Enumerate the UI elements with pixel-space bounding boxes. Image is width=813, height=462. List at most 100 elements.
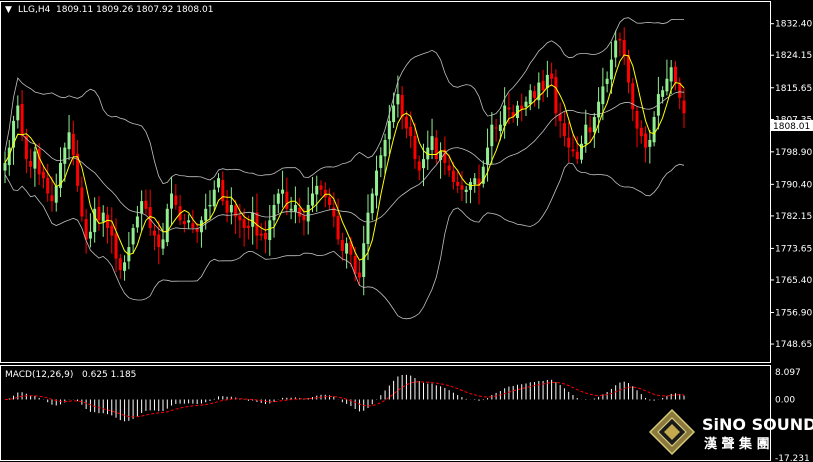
candle-body bbox=[63, 147, 67, 164]
candle-body bbox=[204, 208, 208, 221]
candle-body bbox=[460, 185, 464, 190]
candle-body bbox=[528, 90, 532, 105]
candle-body bbox=[652, 117, 656, 143]
candle-body bbox=[490, 124, 494, 147]
candle-body bbox=[191, 223, 195, 228]
candle-body bbox=[366, 212, 370, 244]
candle-body bbox=[554, 77, 558, 114]
candle-body bbox=[631, 83, 635, 110]
candle-body bbox=[174, 195, 178, 205]
candle-body bbox=[562, 123, 566, 137]
candle-body bbox=[413, 135, 417, 160]
price-tick-label: 1756.90 bbox=[775, 308, 812, 318]
candle-body bbox=[114, 233, 118, 259]
candle-body bbox=[281, 189, 285, 194]
macd-tick-label: -17.231 bbox=[775, 454, 810, 462]
symbol-label: LLG,H4 bbox=[18, 5, 51, 15]
candle-body bbox=[592, 117, 596, 133]
candle-body bbox=[152, 230, 156, 236]
candle-body bbox=[404, 116, 408, 129]
candle-body bbox=[306, 204, 310, 222]
candle-body bbox=[456, 181, 460, 186]
price-tick-label: 1832.40 bbox=[775, 20, 812, 30]
candle-body bbox=[601, 86, 605, 105]
candle-body bbox=[575, 151, 579, 160]
price-tick-label: 1798.90 bbox=[775, 148, 812, 158]
candle-body bbox=[639, 127, 643, 137]
candle-body bbox=[417, 161, 421, 171]
candle-body bbox=[357, 272, 361, 278]
current-price-label: 1808.01 bbox=[773, 122, 810, 132]
candle-body bbox=[187, 220, 191, 223]
candle-body bbox=[648, 139, 652, 147]
candle-body bbox=[473, 178, 477, 185]
candle-body bbox=[165, 208, 169, 243]
candle-body bbox=[498, 124, 502, 131]
candle-body bbox=[315, 185, 319, 195]
candle-body bbox=[507, 107, 511, 110]
candle-body bbox=[434, 137, 438, 160]
candle-body bbox=[229, 204, 233, 213]
candle-body bbox=[238, 215, 242, 221]
candle-body bbox=[464, 189, 468, 193]
candle-body bbox=[246, 225, 250, 228]
candle-body bbox=[618, 38, 622, 41]
candle-body bbox=[375, 170, 379, 196]
candle-body bbox=[170, 193, 174, 209]
candle-body bbox=[263, 232, 267, 240]
candle-body bbox=[533, 91, 537, 98]
candle-body bbox=[323, 189, 327, 198]
candle-body bbox=[396, 94, 400, 105]
candle-body bbox=[665, 78, 669, 92]
candle-body bbox=[336, 216, 340, 240]
candle-body bbox=[302, 215, 306, 221]
candle-body bbox=[298, 207, 302, 217]
candle-body bbox=[3, 162, 7, 171]
candle-body bbox=[340, 239, 344, 251]
candle-body bbox=[545, 74, 549, 88]
candle-body bbox=[597, 101, 601, 118]
candle-body bbox=[93, 208, 97, 233]
candle-body bbox=[101, 212, 105, 222]
price-tick-label: 1790.40 bbox=[775, 180, 812, 190]
candle-body bbox=[430, 136, 434, 150]
header-arrow[interactable]: ▼ bbox=[5, 5, 12, 15]
candle-body bbox=[524, 101, 528, 107]
candle-body bbox=[131, 227, 135, 245]
candle-body bbox=[285, 191, 289, 209]
candle-body bbox=[622, 40, 626, 56]
candle-body bbox=[20, 103, 24, 137]
candle-body bbox=[157, 234, 161, 248]
candle-body bbox=[682, 100, 686, 114]
candle-body bbox=[242, 219, 246, 228]
candle-body bbox=[276, 193, 280, 204]
candle-body bbox=[345, 243, 349, 254]
candle-body bbox=[29, 161, 33, 167]
candle-body bbox=[362, 243, 366, 277]
candle-body bbox=[673, 66, 677, 83]
candle-body bbox=[635, 110, 639, 129]
candle-body bbox=[50, 195, 54, 202]
candle-body bbox=[123, 262, 127, 271]
candle-body bbox=[71, 133, 75, 156]
candle-body bbox=[605, 78, 609, 84]
brand-name: SiNO SOUND bbox=[702, 415, 813, 434]
candle-body bbox=[571, 149, 575, 152]
candle-body bbox=[669, 67, 673, 82]
candle-body bbox=[567, 137, 571, 148]
candle-body bbox=[97, 206, 101, 221]
brand-chinese: 漢 聲 集 團 bbox=[704, 436, 770, 452]
candle-body bbox=[268, 220, 272, 241]
candle-body bbox=[494, 127, 498, 129]
macd-tick-label: 8.097 bbox=[775, 368, 801, 378]
candle-body bbox=[400, 95, 404, 118]
candle-body bbox=[614, 40, 618, 58]
price-tick-label: 1765.40 bbox=[775, 276, 812, 286]
candle-body bbox=[584, 124, 588, 145]
candle-body bbox=[217, 178, 221, 188]
candle-body bbox=[80, 187, 84, 217]
price-tick-label: 1824.15 bbox=[775, 51, 812, 61]
candle-body bbox=[251, 212, 255, 227]
candle-body bbox=[503, 105, 507, 126]
candle-body bbox=[140, 201, 144, 214]
